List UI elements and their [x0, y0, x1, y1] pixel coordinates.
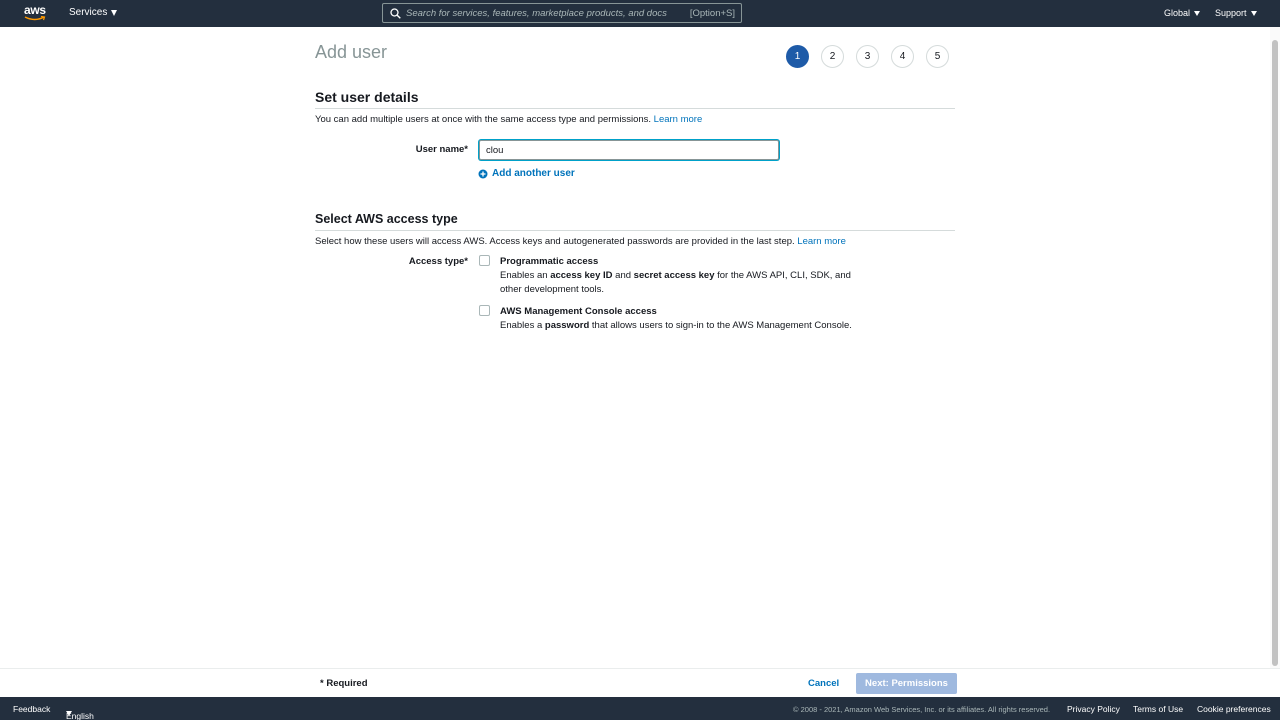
- aws-logo-text: aws: [24, 3, 46, 17]
- region-label: Global: [1164, 8, 1191, 18]
- programmatic-access-title: Programmatic access: [500, 256, 599, 267]
- section-divider: [315, 108, 955, 109]
- step-3[interactable]: 3: [856, 45, 879, 68]
- access-type-label: Access type*: [408, 256, 468, 267]
- desc-bold: secret access key: [633, 270, 715, 281]
- action-bar: [0, 668, 1280, 697]
- search-input[interactable]: [406, 6, 676, 20]
- region-menu[interactable]: Global: [1164, 8, 1201, 18]
- caret-down-icon: [1194, 10, 1201, 16]
- add-another-user-link[interactable]: Add another user: [478, 168, 575, 179]
- top-nav: aws Services [Option+S] Global Support: [0, 0, 1280, 27]
- global-search[interactable]: [Option+S]: [382, 3, 742, 23]
- add-another-user-label: Add another user: [492, 168, 575, 179]
- feedback-link[interactable]: Feedback: [13, 704, 50, 714]
- step-5[interactable]: 5: [926, 45, 949, 68]
- step-1[interactable]: 1: [786, 45, 809, 68]
- plus-circle-icon: [478, 169, 488, 178]
- desc-text: Enables a: [500, 320, 545, 331]
- required-note: * Required: [320, 678, 368, 689]
- scrollbar-thumb[interactable]: [1272, 40, 1278, 666]
- aws-logo[interactable]: aws: [24, 4, 48, 24]
- access-type-description-text: Select how these users will access AWS. …: [315, 236, 795, 247]
- support-menu[interactable]: Support: [1215, 8, 1257, 18]
- wizard-steps: 1 2 3 4 5: [786, 45, 949, 68]
- console-access-checkbox[interactable]: [479, 305, 490, 316]
- desc-text: Enables an: [500, 270, 551, 281]
- caret-down-icon: [66, 711, 72, 716]
- cancel-button[interactable]: Cancel: [808, 678, 839, 689]
- console-access-title: AWS Management Console access: [500, 306, 657, 317]
- page-title: Add user: [315, 42, 388, 62]
- footer: Feedback English (US) © 2008 - 2021, Ama…: [0, 697, 1280, 720]
- caret-down-icon: [111, 9, 118, 16]
- console-access-description: Enables a password that allows users to …: [500, 319, 860, 333]
- user-details-description-text: You can add multiple users at once with …: [315, 114, 652, 125]
- cookie-preferences-link[interactable]: Cookie preferences: [1197, 704, 1271, 714]
- support-label: Support: [1215, 8, 1247, 18]
- desc-text: and: [612, 270, 634, 281]
- services-menu[interactable]: Services: [69, 7, 118, 18]
- programmatic-access-description: Enables an access key ID and secret acce…: [500, 269, 860, 297]
- learn-more-link[interactable]: Learn more: [797, 236, 846, 247]
- step-2[interactable]: 2: [821, 45, 844, 68]
- access-type-description: Select how these users will access AWS. …: [315, 236, 846, 247]
- step-4[interactable]: 4: [891, 45, 914, 68]
- caret-down-icon: [1250, 10, 1257, 16]
- user-details-description: You can add multiple users at once with …: [315, 114, 702, 125]
- search-shortcut-hint: [Option+S]: [689, 8, 735, 19]
- services-label: Services: [69, 7, 108, 18]
- username-label: User name*: [415, 144, 468, 155]
- terms-of-use-link[interactable]: Terms of Use: [1133, 704, 1183, 714]
- desc-text: that allows users to sign-in to the AWS …: [589, 320, 852, 331]
- section-title-user-details: Set user details: [315, 89, 419, 105]
- programmatic-access-checkbox[interactable]: [479, 255, 490, 266]
- desc-bold: password: [544, 320, 590, 331]
- desc-bold: access key ID: [550, 270, 613, 281]
- privacy-policy-link[interactable]: Privacy Policy: [1067, 704, 1120, 714]
- copyright-text: © 2008 - 2021, Amazon Web Services, Inc.…: [793, 705, 1051, 714]
- next-permissions-button[interactable]: Next: Permissions: [856, 673, 957, 694]
- search-icon: [390, 8, 401, 19]
- section-title-access-type: Select AWS access type: [315, 212, 458, 226]
- username-input[interactable]: [479, 140, 779, 160]
- learn-more-link[interactable]: Learn more: [654, 114, 703, 125]
- section-divider: [315, 230, 955, 231]
